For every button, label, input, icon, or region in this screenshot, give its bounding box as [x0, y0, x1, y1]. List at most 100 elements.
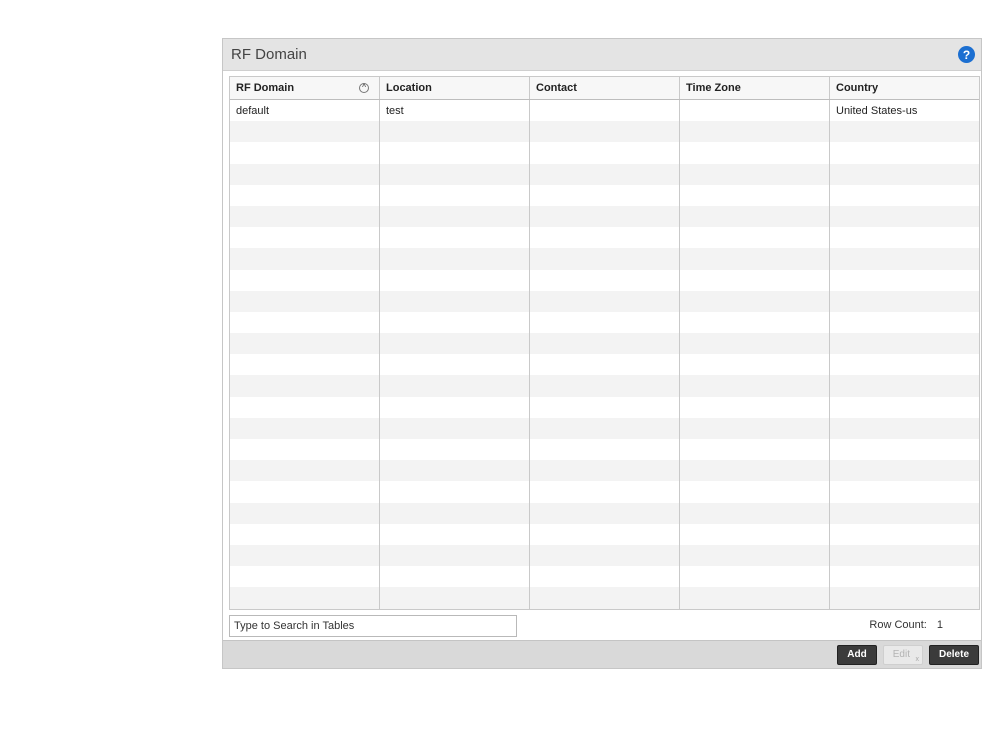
- column-header-label: RF Domain: [236, 82, 295, 94]
- table-cell: [530, 184, 680, 206]
- table-row: [230, 184, 979, 206]
- table-cell: [380, 205, 530, 228]
- table-cell: [680, 227, 830, 249]
- edit-button[interactable]: Edit x: [882, 644, 923, 665]
- table-row: [230, 163, 979, 185]
- column-header-label: Contact: [536, 82, 577, 94]
- table-row: [230, 142, 979, 164]
- table-cell: [230, 481, 380, 503]
- table-cell: [230, 439, 380, 461]
- table-cell: [830, 397, 979, 418]
- table-cell: [380, 163, 530, 185]
- table-row: [230, 205, 979, 228]
- table-cell: [830, 227, 979, 248]
- table-cell: [680, 460, 830, 482]
- table-cell: [380, 121, 530, 143]
- table-cell: [680, 439, 830, 461]
- table-row: [230, 121, 979, 143]
- table-cell: [680, 502, 830, 524]
- panel-header: RF Domain ?: [223, 39, 981, 71]
- delete-button[interactable]: Delete: [928, 644, 979, 665]
- table-cell: [680, 100, 830, 122]
- table-cell: [380, 375, 530, 397]
- column-header-contact[interactable]: Contact: [530, 77, 680, 99]
- table-row: [230, 396, 979, 418]
- table-cell: [230, 184, 380, 206]
- table-cell: [530, 523, 680, 545]
- help-icon[interactable]: ?: [958, 46, 975, 63]
- table-cell: test: [380, 100, 530, 122]
- table-row: [230, 375, 979, 397]
- table-row[interactable]: default test United States-us: [230, 100, 979, 122]
- table-cell: [380, 439, 530, 461]
- table-cell: [530, 333, 680, 355]
- rf-domain-panel: RF Domain ? RF Domain ^ Location Contact…: [222, 38, 982, 669]
- table-cell: [530, 142, 680, 164]
- row-count-label: Row Count:: [869, 619, 927, 631]
- table-cell: [530, 396, 680, 418]
- table-cell: [830, 587, 979, 608]
- table-header: RF Domain ^ Location Contact Time Zone C…: [230, 77, 979, 100]
- table-row: [230, 502, 979, 524]
- table-cell: [230, 417, 380, 439]
- table-cell: [830, 121, 979, 142]
- table-cell: [380, 290, 530, 312]
- table-row: [230, 354, 979, 376]
- table-cell: [530, 587, 680, 609]
- table-row: [230, 544, 979, 567]
- table-cell: [380, 481, 530, 503]
- table-cell: [530, 439, 680, 461]
- table-row: [230, 290, 979, 312]
- table-cell: [380, 227, 530, 249]
- table-cell: [830, 333, 979, 354]
- table-row: [230, 311, 979, 334]
- table-cell: [230, 163, 380, 185]
- row-count-value: 1: [936, 619, 943, 631]
- table-row: [230, 566, 979, 588]
- table-cell: [380, 566, 530, 588]
- column-header-rf-domain[interactable]: RF Domain ^: [230, 77, 380, 99]
- column-header-label: Location: [386, 82, 432, 94]
- table-cell: [830, 270, 979, 291]
- table-cell: [680, 205, 830, 228]
- column-header-location[interactable]: Location: [380, 77, 530, 99]
- table-cell: [830, 503, 979, 524]
- column-header-time-zone[interactable]: Time Zone: [680, 77, 830, 99]
- table-cell: [680, 142, 830, 164]
- table-row: [230, 439, 979, 461]
- add-button[interactable]: Add: [837, 644, 877, 665]
- table-cell: [230, 587, 380, 609]
- table-cell: [830, 439, 979, 460]
- table-cell: [680, 311, 830, 334]
- table-cell: [230, 205, 380, 228]
- table-cell: [380, 587, 530, 609]
- table-cell: [230, 502, 380, 524]
- table-cell: [230, 375, 380, 397]
- table-cell: [530, 121, 680, 143]
- table-cell: [830, 164, 979, 185]
- table-cell: [680, 396, 830, 418]
- column-header-country[interactable]: Country: [830, 77, 979, 99]
- table-cell: [230, 248, 380, 270]
- table-cell: [830, 206, 979, 227]
- table-cell: [530, 417, 680, 439]
- table-cell: [680, 269, 830, 291]
- table-cell: [530, 227, 680, 249]
- table-cell: [830, 545, 979, 566]
- table-row: [230, 333, 979, 355]
- table-cell: [680, 290, 830, 312]
- table-body: default test United States-us: [230, 100, 979, 609]
- table-cell: [380, 184, 530, 206]
- table-cell: [230, 311, 380, 334]
- row-count: Row Count: 1: [869, 619, 943, 631]
- table-cell: [830, 185, 979, 206]
- table-cell: [680, 523, 830, 545]
- table-cell: [530, 290, 680, 312]
- table-search-input[interactable]: [229, 615, 517, 637]
- sort-ascending-icon[interactable]: ^: [359, 83, 369, 93]
- table-cell: [230, 269, 380, 291]
- table-cell: [530, 269, 680, 291]
- table-cell: [380, 311, 530, 334]
- table-cell: [680, 375, 830, 397]
- table-cell: [380, 354, 530, 376]
